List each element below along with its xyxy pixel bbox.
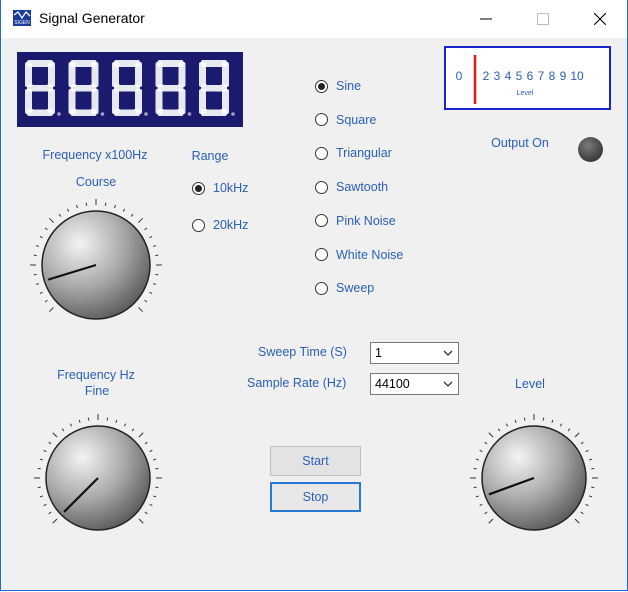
digit-segment (25, 62, 32, 87)
level-meter-tick-label: 6 (527, 69, 534, 83)
stop-button[interactable]: Stop (270, 482, 361, 512)
minimize-button[interactable] (463, 0, 509, 38)
level-meter-tick-label: 3 (494, 69, 501, 83)
title-bar: SIGEN Signal Generator (1, 0, 627, 38)
decimal-point (144, 112, 148, 116)
level-meter-tick-label: 10 (570, 69, 584, 83)
radio-dot (318, 82, 325, 90)
maximize-button[interactable] (520, 0, 566, 38)
digit-segment (155, 62, 163, 87)
radio-circle (315, 214, 328, 228)
radio-circle (315, 248, 328, 261)
decimal-point (57, 112, 61, 116)
coarse-frequency-label: Frequency x100Hz (42, 148, 148, 162)
start-button[interactable]: Start (270, 446, 361, 476)
waveform-option-label: Sine (336, 79, 362, 93)
digit-segment (48, 89, 55, 114)
level-meter-tick-label: 9 (560, 69, 567, 83)
waveform-option-label: Sweep (336, 281, 375, 296)
output-led (578, 137, 603, 162)
level-meter-tick-label: 8 (549, 69, 556, 83)
sweep-time-select[interactable]: 1 (370, 342, 459, 364)
app-icon: SIGEN (13, 10, 31, 26)
sample-rate-label: Sample Rate (Hz) (247, 376, 347, 390)
digit-segment (91, 89, 99, 114)
sample-rate-select[interactable]: 44100 (370, 373, 459, 395)
radio-circle (315, 79, 328, 93)
waveform-option-label: Triangular (336, 146, 392, 161)
fine-knob-label: Fine (84, 384, 110, 398)
waveform-option-triangular[interactable]: Triangular (315, 146, 392, 160)
radio-circle (192, 218, 205, 232)
level-meter-tick-label: 2 (483, 69, 490, 83)
decimal-point (100, 112, 105, 116)
digit-segment (68, 89, 76, 114)
waveform-option-sweep[interactable]: Sweep (315, 281, 374, 295)
window-title: Signal Generator (39, 10, 145, 26)
range-option-20khz[interactable]: 20kHz (192, 218, 248, 232)
waveform-option-pink-noise[interactable]: Pink Noise (315, 214, 396, 228)
chevron-down-icon (443, 381, 453, 387)
fine-knob[interactable] (24, 412, 172, 542)
radio-circle (192, 181, 205, 195)
digit-segment (178, 89, 186, 114)
digit-segment (25, 89, 32, 114)
digit-segment (68, 62, 76, 87)
frequency-display (17, 52, 243, 127)
close-button[interactable] (577, 0, 623, 38)
range-option-10khz[interactable]: 10kHz (192, 181, 248, 195)
fine-frequency-label: Frequency Hz (57, 368, 135, 382)
chevron-down-icon (443, 350, 453, 356)
close-icon (594, 13, 606, 25)
radio-circle (315, 146, 328, 160)
digit-segment (178, 62, 186, 87)
sweep-time-label: Sweep Time (S) (258, 345, 347, 359)
sweep-time-value: 1 (375, 346, 382, 360)
radio-circle (315, 113, 328, 127)
decimal-point (187, 112, 192, 116)
level-meter-tick-label: 4 (505, 69, 512, 83)
digit-segment (155, 89, 163, 114)
coarse-knob-label: Course (75, 175, 117, 189)
range-label: Range (191, 149, 229, 163)
maximize-icon (537, 13, 549, 25)
range-option-label: 20kHz (213, 218, 249, 232)
waveform-option-sawtooth[interactable]: Sawtooth (315, 180, 388, 194)
decimal-point (231, 112, 235, 116)
waveform-option-sine[interactable]: Sine (315, 79, 361, 93)
radio-dot (195, 184, 202, 192)
level-meter-caption: Level (517, 90, 534, 97)
digit-segment (135, 89, 142, 114)
waveform-option-label: Pink Noise (336, 213, 396, 228)
range-option-label: 10kHz (213, 181, 249, 195)
waveform-option-label: Square (336, 112, 377, 127)
level-meter: 0 2 3 4 5 6 7 8 9 10 Level (444, 46, 611, 110)
digit-segment (222, 89, 229, 114)
radio-circle (315, 281, 328, 295)
coarse-knob[interactable] (26, 196, 166, 336)
waveform-option-label: Sawtooth (336, 180, 389, 195)
digit-segment (91, 62, 99, 87)
digit-segment (135, 62, 142, 87)
level-meter-scale: 0 2 3 4 5 6 7 8 9 10 Level (456, 55, 584, 104)
waveform-option-white-noise[interactable]: White Noise (315, 248, 403, 262)
digit-segment (199, 89, 206, 114)
sample-rate-value: 44100 (375, 377, 410, 391)
level-knob[interactable] (460, 412, 608, 542)
digit-segment (199, 62, 206, 87)
svg-text:SIGEN: SIGEN (14, 20, 30, 26)
waveform-option-label: White Noise (336, 247, 404, 262)
radio-circle (315, 180, 328, 194)
output-on-label: Output On (491, 136, 549, 150)
level-knob-label: Level (515, 377, 545, 391)
level-meter-tick-label: 7 (538, 69, 545, 83)
waveform-option-square[interactable]: Square (315, 113, 376, 127)
digit-segment (48, 62, 55, 87)
minimize-icon (480, 18, 492, 20)
digit-segment (222, 62, 229, 87)
digit-segment (112, 62, 119, 87)
digit-segment (112, 89, 119, 114)
level-meter-tick-label: 0 (456, 69, 463, 83)
level-meter-tick-label: 5 (516, 69, 523, 83)
